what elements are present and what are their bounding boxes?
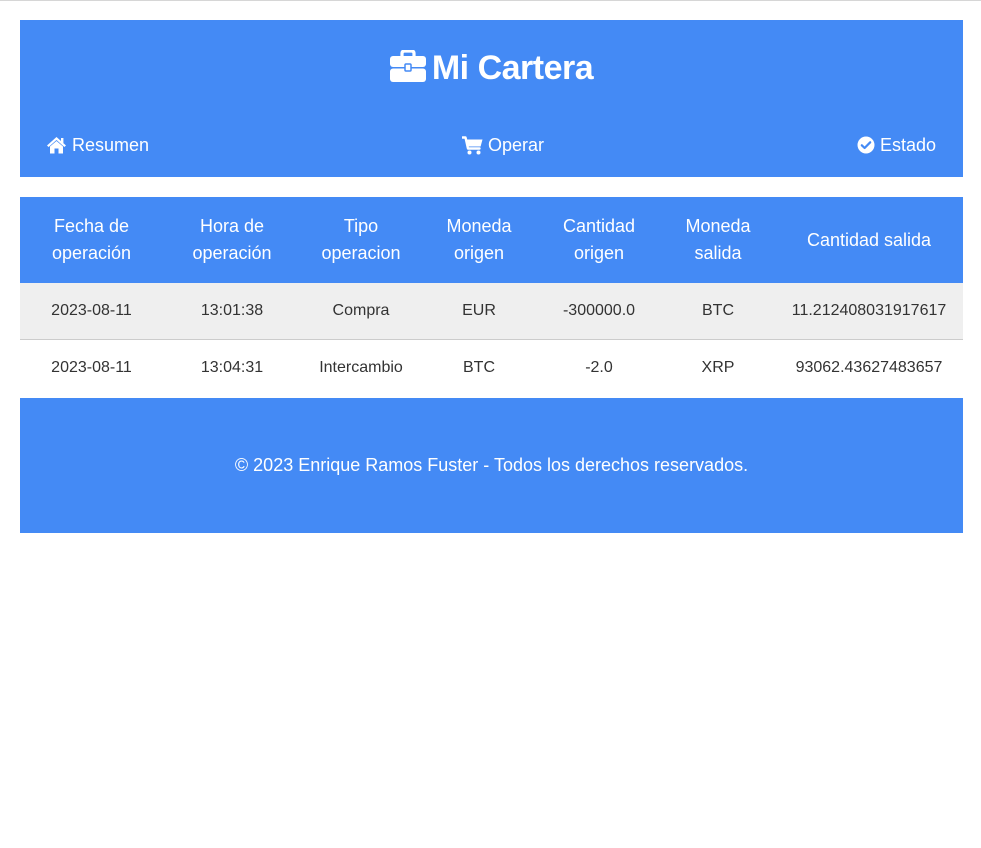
cell-cantidad-salida: 93062.43627483657: [775, 339, 963, 396]
page-header: Mi Cartera Resumen Operar Estado: [20, 20, 963, 177]
cell-fecha: 2023-08-11: [20, 339, 163, 396]
cell-moneda-origen: EUR: [421, 283, 537, 340]
top-divider: [0, 0, 981, 1]
cell-cantidad-origen: -2.0: [537, 339, 661, 396]
cell-cantidad-origen: -300000.0: [537, 283, 661, 340]
page-title: Mi Cartera: [20, 49, 963, 89]
cell-hora: 13:04:31: [163, 339, 301, 396]
footer-copyright: © 2023 Enrique Ramos Fuster - Todos los …: [234, 455, 749, 475]
operations-table-container: Fecha de operación Hora de operación Tipo o…: [20, 197, 963, 396]
cell-moneda-salida: BTC: [661, 283, 775, 340]
column-header-moneda-origen: Moneda origen: [421, 197, 537, 283]
nav-item-resumen[interactable]: Resumen: [46, 133, 149, 157]
main-nav: Resumen Operar Estado: [20, 133, 963, 157]
column-header-cantidad-origen: Cantidad origen: [537, 197, 661, 283]
column-header-hora: Hora de operación: [163, 197, 301, 283]
table-row: 2023-08-11 13:04:31 Intercambio BTC -2.0…: [20, 339, 963, 396]
cell-cantidad-salida: 11.212408031917617: [775, 283, 963, 340]
column-header-cantidad-salida: Cantidad salida: [775, 197, 963, 283]
check-circle-icon: [857, 136, 875, 154]
briefcase-icon: [389, 49, 426, 89]
cell-tipo: Intercambio: [301, 339, 421, 396]
table-header-row: Fecha de operación Hora de operación Tipo o…: [20, 197, 963, 283]
column-header-fecha: Fecha de operación: [20, 197, 163, 283]
cell-tipo: Compra: [301, 283, 421, 340]
cell-hora: 13:01:38: [163, 283, 301, 340]
table-row: 2023-08-11 13:01:38 Compra EUR -300000.0…: [20, 283, 963, 340]
page-footer: © 2023 Enrique Ramos Fuster - Todos los …: [20, 398, 963, 533]
nav-item-label: Estado: [879, 135, 936, 155]
nav-item-label: Operar: [488, 135, 545, 155]
nav-item-operar[interactable]: Operar: [462, 133, 544, 157]
cell-fecha: 2023-08-11: [20, 283, 163, 340]
page-title-text: Mi Cartera: [431, 49, 594, 87]
cell-moneda-salida: XRP: [661, 339, 775, 396]
column-header-moneda-salida: Moneda salida: [661, 197, 775, 283]
column-header-tipo: Tipo operacion: [301, 197, 421, 283]
operations-table: Fecha de operación Hora de operación Tipo o…: [20, 197, 963, 396]
nav-item-estado[interactable]: Estado: [857, 133, 936, 157]
nav-item-label: Resumen: [72, 135, 150, 155]
shopping-cart-icon: [462, 135, 483, 155]
cell-moneda-origen: BTC: [421, 339, 537, 396]
home-icon: [46, 136, 67, 154]
